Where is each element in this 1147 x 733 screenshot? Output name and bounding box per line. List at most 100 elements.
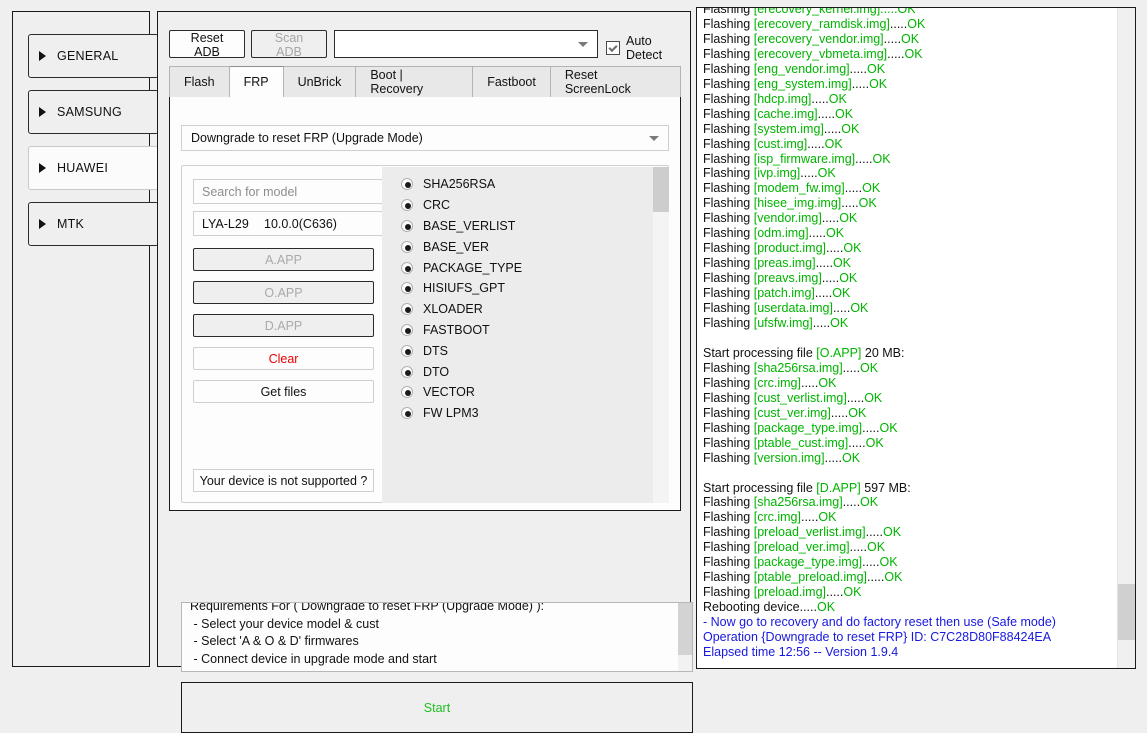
o-app-button[interactable]: O.APP: [193, 281, 374, 304]
log-line: Flashing [preload_verlist.img].....OK: [703, 525, 902, 540]
tab-boot-recovery[interactable]: Boot | Recovery: [356, 66, 474, 98]
sidebar-item-label: SAMSUNG: [57, 105, 122, 119]
radio-selected-icon: [401, 178, 413, 191]
requirements-text: Requirements For ( Downgrade to reset FR…: [190, 602, 545, 666]
auto-detect-checkbox[interactable]: Auto Detect: [606, 34, 662, 62]
chevron-down-icon: [578, 42, 588, 47]
log-line: Flashing [userdata.img].....OK: [703, 301, 869, 316]
log-line: Flashing [package_type.img].....OK: [703, 555, 898, 570]
device-select[interactable]: [334, 30, 598, 58]
auto-detect-label: Auto Detect: [626, 34, 663, 62]
frp-mode-value: Downgrade to reset FRP (Upgrade Mode): [191, 131, 423, 145]
sidebar-item-general[interactable]: GENERAL: [28, 34, 159, 78]
log-line: Flashing [product.img].....OK: [703, 241, 862, 256]
tab-frp[interactable]: FRP: [229, 66, 284, 98]
partition-item[interactable]: BASE_VER: [401, 236, 652, 257]
partition-item[interactable]: HISIUFS_GPT: [401, 278, 652, 299]
tab-reset-screenlock[interactable]: Reset ScreenLock: [550, 66, 681, 98]
model-version: 10.0.0(C636): [264, 216, 337, 231]
reset-adb-button[interactable]: Reset ADB: [169, 30, 245, 59]
scan-adb-button[interactable]: Scan ADB: [251, 30, 327, 59]
tab-bar: Flash FRP UnBrick Boot | Recovery Fastbo…: [169, 66, 681, 98]
log-scrollbar[interactable]: [1117, 8, 1135, 668]
sidebar-item-label: MTK: [57, 217, 85, 231]
partition-item-label: BASE_VER: [423, 239, 490, 254]
partition-item[interactable]: DTS: [401, 340, 652, 361]
sidebar-item-label: GENERAL: [57, 49, 119, 63]
main-panel: Reset ADB Scan ADB Auto Detect Flash FRP…: [157, 11, 693, 733]
partition-item[interactable]: VECTOR: [401, 382, 652, 403]
d-app-button[interactable]: D.APP: [193, 314, 374, 337]
log-output-panel: Flashing [erecovery_kernel.img].....OK Fl…: [696, 7, 1136, 669]
partition-item[interactable]: BASE_VERLIST: [401, 216, 652, 237]
partition-list: SHA256RSA CRC BASE_VERLIST BASE_VER PACKAGE_…: [382, 167, 669, 503]
log-line: Flashing [sha256rsa.img].....OK: [703, 360, 879, 375]
log-line: Start processing file [O.APP] 20 MB:: [703, 345, 905, 360]
partition-item[interactable]: FASTBOOT: [401, 320, 652, 341]
log-line: Flashing [cust_ver.img].....OK: [703, 405, 867, 420]
log-line: Flashing [odm.img].....OK: [703, 226, 845, 241]
partition-item-label: XLOADER: [423, 302, 483, 317]
radio-selected-icon: [401, 240, 413, 253]
partition-item[interactable]: DTO: [401, 361, 652, 382]
frp-tab-content: Downgrade to reset FRP (Upgrade Mode) LY…: [169, 97, 693, 733]
get-files-button[interactable]: Get files: [193, 380, 374, 403]
partition-item-label: HISIUFS_GPT: [423, 281, 505, 296]
radio-selected-icon: [401, 386, 413, 399]
model-selection-group: LYA-L29 10.0.0(C636) A.APP O.APP D.APP C…: [181, 165, 669, 503]
log-line: Flashing [system.img].....OK: [703, 121, 860, 136]
frp-mode-select[interactable]: Downgrade to reset FRP (Upgrade Mode): [181, 125, 669, 151]
log-line: Flashing [ufsfw.img].....OK: [703, 316, 849, 331]
log-line: Flashing [isp_firmware.img].....OK: [703, 151, 891, 166]
log-line: Start processing file [D.APP] 597 MB:: [703, 480, 911, 495]
log-line: Flashing [vendor.img].....OK: [703, 211, 858, 226]
log-line: Elapsed time 12:56 -- Version 1.9.4: [703, 644, 899, 659]
partition-item[interactable]: XLOADER: [401, 299, 652, 320]
log-line: Flashing [eng_vendor.img].....OK: [703, 61, 886, 76]
requirements-scrollbar-thumb[interactable]: [678, 603, 692, 655]
partition-item[interactable]: PACKAGE_TYPE: [401, 257, 652, 278]
log-scrollbar-thumb[interactable]: [1118, 584, 1135, 640]
tab-flash[interactable]: Flash: [169, 66, 230, 98]
log-line: Flashing [ivp.img].....OK: [703, 166, 836, 181]
log-line: Rebooting device.....OK: [703, 600, 836, 615]
log-line: Flashing [patch.img].....OK: [703, 286, 851, 301]
partition-list-scrollbar[interactable]: [653, 167, 669, 503]
start-button[interactable]: Start: [181, 682, 693, 733]
tab-unbrick[interactable]: UnBrick: [283, 66, 357, 98]
radio-selected-icon: [401, 261, 413, 274]
radio-selected-icon: [401, 407, 413, 420]
log-line: Flashing [ptable_cust.img].....OK: [703, 435, 884, 450]
device-not-supported-button[interactable]: Your device is not supported ?: [193, 469, 374, 492]
partition-list-scrollbar-thumb[interactable]: [653, 167, 669, 212]
radio-selected-icon: [401, 303, 413, 316]
partition-item[interactable]: FW LPM3: [401, 403, 652, 424]
category-sidebar: GENERAL SAMSUNG HUAWEI MTK: [12, 11, 159, 667]
log-line: Flashing [preload_ver.img].....OK: [703, 540, 886, 555]
log-line: Operation {Downgrade to reset FRP} ID: C…: [703, 630, 1052, 645]
partition-item-label: VECTOR: [423, 385, 475, 400]
tab-fastboot[interactable]: Fastboot: [473, 66, 551, 98]
sidebar-item-label: HUAWEI: [57, 161, 109, 175]
log-line: Flashing [ptable_preload.img].....OK: [703, 570, 903, 585]
log-line: Flashing [eng_system.img].....OK: [703, 76, 888, 91]
radio-selected-icon: [401, 219, 413, 232]
partition-item[interactable]: SHA256RSA: [401, 174, 652, 195]
log-line: Flashing [cust_verlist.img].....OK: [703, 390, 883, 405]
sidebar-item-huawei[interactable]: HUAWEI: [28, 146, 159, 190]
sidebar-item-samsung[interactable]: SAMSUNG: [28, 90, 159, 134]
log-line: Flashing [cust.img].....OK: [703, 136, 843, 151]
sidebar-item-mtk[interactable]: MTK: [28, 202, 159, 246]
log-line: Flashing [erecovery_vendor.img].....OK: [703, 31, 920, 46]
a-app-button[interactable]: A.APP: [193, 248, 374, 271]
checkmark-icon: [606, 41, 620, 55]
clear-button[interactable]: Clear: [193, 347, 374, 370]
log-line: Flashing [crc.img].....OK: [703, 510, 837, 525]
log-line: Flashing [cache.img].....OK: [703, 106, 854, 121]
partition-item[interactable]: CRC: [401, 195, 652, 216]
log-output-text: Flashing [erecovery_kernel.img].....OK Fl…: [703, 7, 1111, 660]
partition-item-label: DTS: [423, 343, 448, 358]
log-line: Flashing [erecovery_kernel.img].....OK: [703, 7, 916, 16]
requirements-scrollbar[interactable]: [678, 603, 692, 671]
